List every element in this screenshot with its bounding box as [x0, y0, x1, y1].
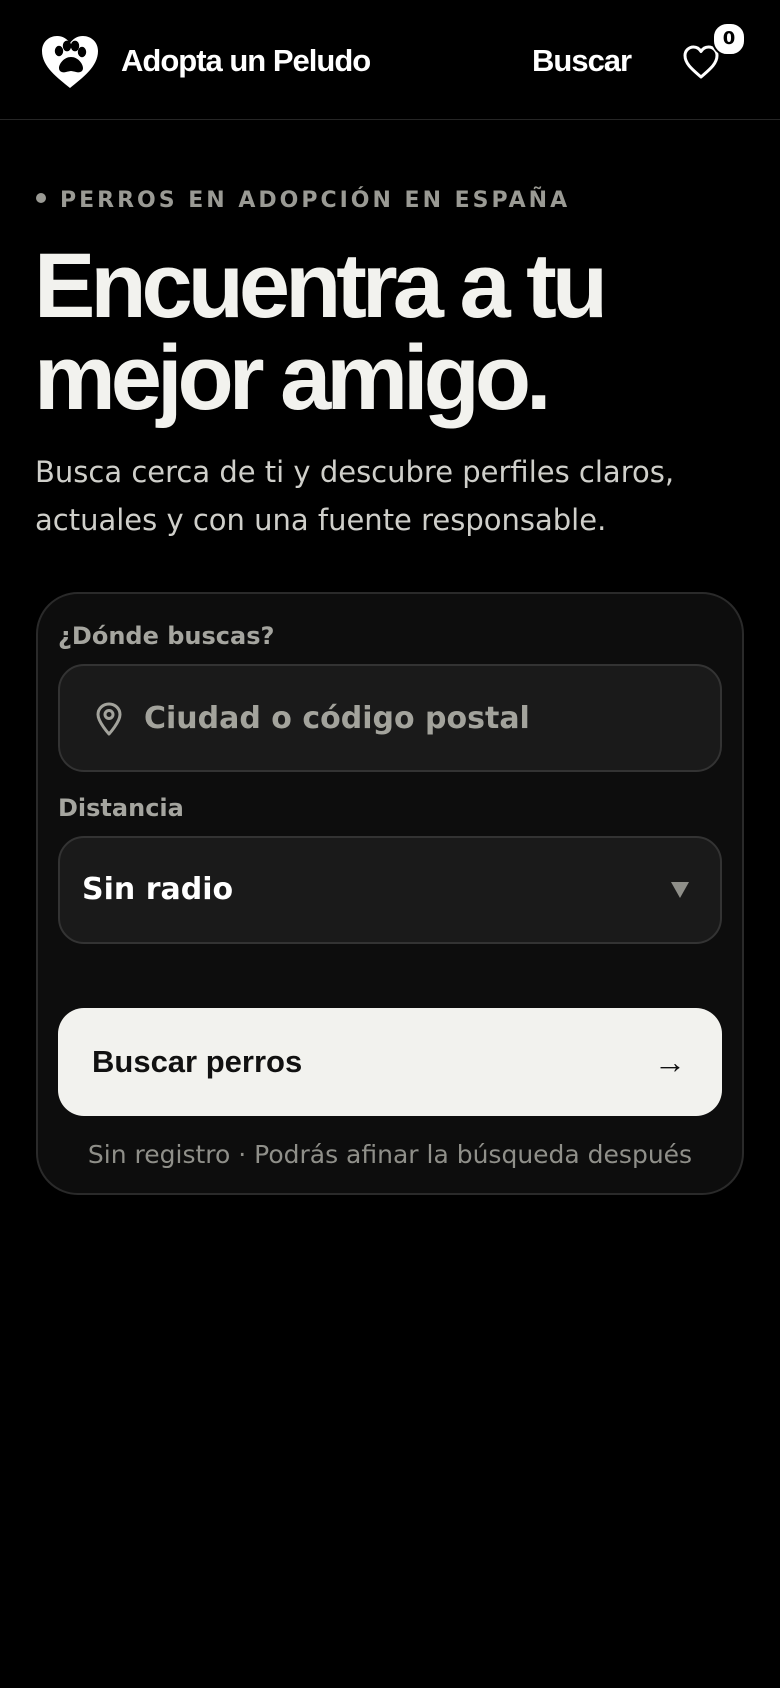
brand-name[interactable]: Adopta un Peludo	[121, 38, 371, 84]
map-pin-icon	[96, 702, 122, 736]
location-label: ¿Dónde buscas?	[58, 622, 275, 650]
favorites-button[interactable]: 0	[676, 22, 746, 86]
favorites-count-badge: 0	[712, 22, 746, 56]
arrow-right-icon: →	[654, 1044, 686, 1080]
distance-label: Distancia	[58, 794, 184, 822]
hero-subtitle: Busca cerca de ti y descubre perfiles cl…	[35, 455, 675, 537]
search-footnote: Sin registro · Podrás afinar la búsqueda…	[87, 1140, 693, 1169]
search-card: ¿Dónde buscas? Distancia Sin radio Busca…	[36, 592, 744, 1195]
search-dogs-label: Buscar perros	[92, 1044, 303, 1079]
distance-selected-value: Sin radio	[82, 872, 234, 907]
nav-search-link[interactable]: Buscar	[532, 38, 632, 84]
hero-title: Encuentra a tu mejor amigo.	[34, 240, 754, 424]
distance-select[interactable]: Sin radio	[58, 836, 722, 944]
location-input[interactable]	[144, 666, 704, 770]
location-field[interactable]	[58, 664, 722, 772]
hero-title-line-2: mejor amigo.	[34, 327, 552, 429]
caret-down-icon	[671, 882, 689, 898]
eyebrow-dot	[36, 193, 46, 203]
app-header: Adopta un Peludo Buscar 0	[0, 0, 780, 120]
eyebrow-text: PERROS EN ADOPCIÓN EN ESPAÑA	[60, 188, 571, 213]
heart-paw-icon[interactable]	[40, 34, 100, 90]
hero-title-line-1: Encuentra a tu	[34, 235, 608, 337]
hero-eyebrow: PERROS EN ADOPCIÓN EN ESPAÑA	[36, 186, 570, 216]
search-dogs-button[interactable]: Buscar perros →	[58, 1008, 722, 1116]
